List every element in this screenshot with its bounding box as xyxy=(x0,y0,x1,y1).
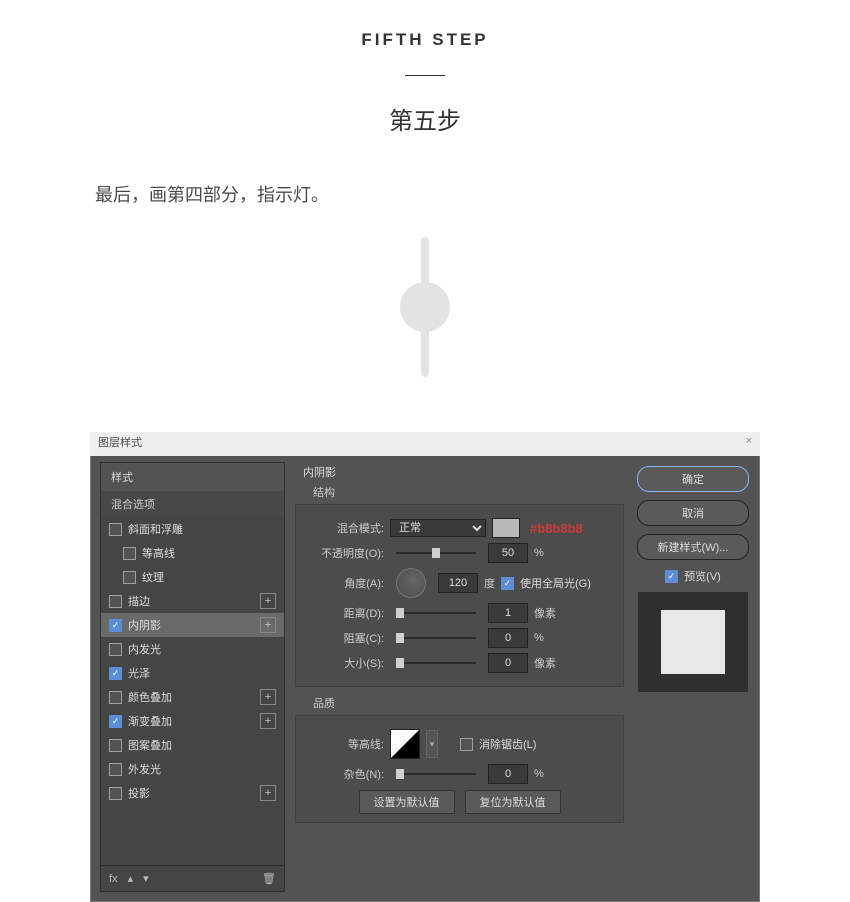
blend-mode-label: 混合模式: xyxy=(306,520,384,536)
chevron-down-icon[interactable]: ▾ xyxy=(426,730,438,758)
opacity-slider[interactable] xyxy=(396,552,476,554)
plus-icon[interactable]: + xyxy=(260,689,276,705)
choke-row: 阻塞(C): % xyxy=(306,628,613,648)
fx-label[interactable]: fx xyxy=(109,873,118,885)
effect-gradient-overlay[interactable]: 渐变叠加+ xyxy=(101,709,284,733)
ok-button[interactable]: 确定 xyxy=(637,466,749,492)
angle-input[interactable] xyxy=(438,573,478,593)
blend-options[interactable]: 混合选项 xyxy=(101,491,284,517)
preview-box xyxy=(638,592,748,692)
dialog-right-column: 确定 取消 新建样式(W)... 预览(V) xyxy=(634,462,752,892)
blend-mode-select[interactable]: 正常 xyxy=(390,519,486,537)
anti-alias-checkbox[interactable] xyxy=(460,738,473,751)
noise-slider[interactable] xyxy=(396,773,476,775)
step-en-title: FIFTH STEP xyxy=(0,30,850,50)
angle-row: 角度(A): 度 使用全局光(G) xyxy=(306,568,613,598)
indicator-stick-bottom xyxy=(421,317,429,377)
dialog-title: 图层样式 xyxy=(98,437,142,449)
arrow-down-icon[interactable]: ▾ xyxy=(143,872,149,885)
reset-default-button[interactable]: 复位为默认值 xyxy=(465,790,561,814)
size-input[interactable] xyxy=(488,653,528,673)
section-quality: 品质 xyxy=(295,695,624,715)
checkbox[interactable] xyxy=(109,715,122,728)
plus-icon[interactable]: + xyxy=(260,785,276,801)
distance-input[interactable] xyxy=(488,603,528,623)
layer-style-dialog: 图层样式 × 样式 混合选项 斜面和浮雕 等高线 纹理 描边+ 内阴影+ 内发光… xyxy=(90,432,760,902)
checkbox[interactable] xyxy=(109,667,122,680)
set-default-button[interactable]: 设置为默认值 xyxy=(359,790,455,814)
distance-row: 距离(D): 像素 xyxy=(306,603,613,623)
global-light-checkbox[interactable] xyxy=(501,577,514,590)
settings-panel: 内阴影 结构 混合模式: 正常 #b8b8b8 不透明度(O): % xyxy=(295,462,624,892)
choke-input[interactable] xyxy=(488,628,528,648)
plus-icon[interactable]: + xyxy=(260,593,276,609)
instruction-text: 最后，画第四部分，指示灯。 xyxy=(0,136,850,207)
step-cn-title: 第五步 xyxy=(0,101,850,136)
checkbox[interactable] xyxy=(123,547,136,560)
styles-header[interactable]: 样式 xyxy=(101,463,284,491)
effect-texture[interactable]: 纹理 xyxy=(101,565,284,589)
effect-contour[interactable]: 等高线 xyxy=(101,541,284,565)
arrow-up-icon[interactable]: ▴ xyxy=(128,872,134,885)
effect-inner-glow[interactable]: 内发光 xyxy=(101,637,284,661)
noise-input[interactable] xyxy=(488,764,528,784)
preview-label: 预览(V) xyxy=(684,568,721,584)
checkbox[interactable] xyxy=(109,787,122,800)
blend-mode-row: 混合模式: 正常 #b8b8b8 xyxy=(306,518,613,538)
color-hex-note: #b8b8b8 xyxy=(530,521,583,536)
preview-swatch xyxy=(661,610,725,674)
checkbox[interactable] xyxy=(109,523,122,536)
trash-icon[interactable]: 🗑 xyxy=(262,872,276,885)
plus-icon[interactable]: + xyxy=(260,713,276,729)
opacity-input[interactable] xyxy=(488,543,528,563)
effects-footer: fx ▴ ▾ 🗑 xyxy=(100,866,285,892)
opacity-row: 不透明度(O): % xyxy=(306,543,613,563)
indicator-figure xyxy=(0,207,850,407)
preview-checkbox[interactable] xyxy=(665,570,678,583)
new-style-button[interactable]: 新建样式(W)... xyxy=(637,534,749,560)
size-slider[interactable] xyxy=(396,662,476,664)
checkbox[interactable] xyxy=(109,643,122,656)
effect-outer-glow[interactable]: 外发光 xyxy=(101,757,284,781)
distance-slider[interactable] xyxy=(396,612,476,614)
size-row: 大小(S): 像素 xyxy=(306,653,613,673)
anti-alias-label: 消除锯齿(L) xyxy=(479,736,536,752)
checkbox[interactable] xyxy=(109,763,122,776)
checkbox[interactable] xyxy=(109,691,122,704)
effect-drop-shadow[interactable]: 投影+ xyxy=(101,781,284,805)
choke-slider[interactable] xyxy=(396,637,476,639)
cancel-button[interactable]: 取消 xyxy=(637,500,749,526)
effect-color-overlay[interactable]: 颜色叠加+ xyxy=(101,685,284,709)
checkbox[interactable] xyxy=(109,595,122,608)
divider xyxy=(405,75,445,76)
plus-icon[interactable]: + xyxy=(260,617,276,633)
checkbox[interactable] xyxy=(123,571,136,584)
contour-picker[interactable] xyxy=(390,729,420,759)
color-swatch[interactable] xyxy=(492,518,520,538)
checkbox[interactable] xyxy=(109,739,122,752)
effects-panel: 样式 混合选项 斜面和浮雕 等高线 纹理 描边+ 内阴影+ 内发光 光泽 颜色叠… xyxy=(100,462,285,892)
effect-bevel[interactable]: 斜面和浮雕 xyxy=(101,517,284,541)
effect-satin[interactable]: 光泽 xyxy=(101,661,284,685)
section-title: 内阴影 xyxy=(295,462,624,484)
noise-row: 杂色(N): % xyxy=(306,764,613,784)
close-icon[interactable]: × xyxy=(746,435,752,447)
dialog-titlebar[interactable]: 图层样式 × xyxy=(90,432,760,456)
effect-inner-shadow[interactable]: 内阴影+ xyxy=(101,613,284,637)
checkbox[interactable] xyxy=(109,619,122,632)
angle-dial[interactable] xyxy=(396,568,426,598)
section-structure: 结构 xyxy=(295,484,624,504)
effect-pattern-overlay[interactable]: 图案叠加 xyxy=(101,733,284,757)
step-header: FIFTH STEP 第五步 xyxy=(0,0,850,136)
global-light-label: 使用全局光(G) xyxy=(520,575,591,591)
effect-stroke[interactable]: 描边+ xyxy=(101,589,284,613)
contour-row: 等高线: ▾ 消除锯齿(L) xyxy=(306,729,613,759)
